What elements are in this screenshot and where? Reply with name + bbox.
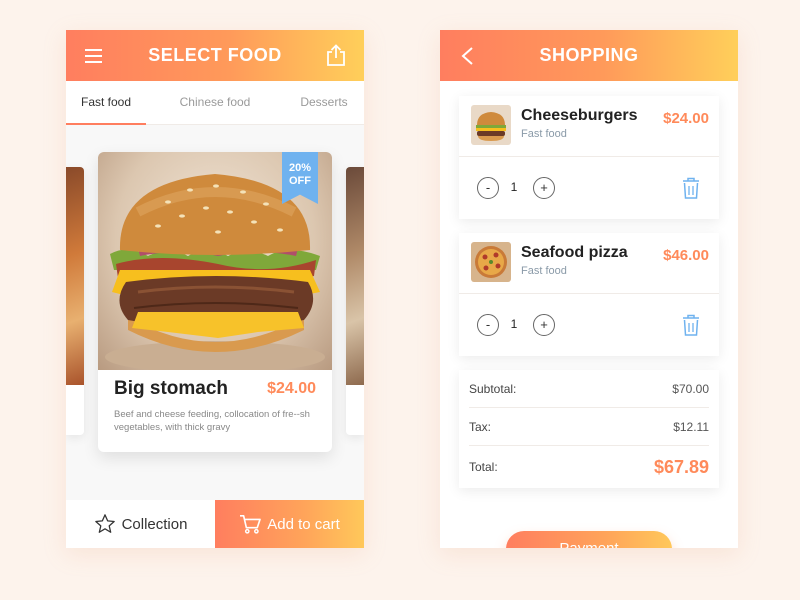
seafood-pizza-thumbnail <box>471 242 511 282</box>
tab-fast-food[interactable]: Fast food <box>66 81 146 125</box>
next-food-card[interactable] <box>346 167 364 435</box>
increase-quantity-button[interactable]: + <box>533 177 555 199</box>
shopping-header: SHOPPING <box>440 30 738 81</box>
food-name: Big stomach <box>114 378 229 399</box>
food-carousel[interactable]: 20% OFF Big stomach $24.00 Beef and chee… <box>66 125 364 512</box>
back-chevron-icon[interactable] <box>458 46 478 66</box>
total-row: Total: $67.89 <box>469 446 709 488</box>
discount-off: OFF <box>289 175 311 187</box>
subtotal-row: Subtotal: $70.00 <box>469 370 709 408</box>
collection-label: Collection <box>121 515 188 533</box>
cart-item-price: $46.00 <box>663 247 709 264</box>
subtotal-label: Subtotal: <box>469 381 517 396</box>
food-image: 20% OFF <box>98 152 332 370</box>
add-to-cart-button[interactable]: Add to cart <box>215 500 364 548</box>
next-food-image <box>346 167 364 385</box>
bottom-action-bar: Collection Add to cart <box>66 500 364 548</box>
tax-value: $12.11 <box>673 419 709 434</box>
subtotal-value: $70.00 <box>672 381 709 396</box>
decrease-quantity-button[interactable]: - <box>477 177 499 199</box>
order-summary: Subtotal: $70.00 Tax: $12.11 Total: $67.… <box>459 370 719 488</box>
collection-button[interactable]: Collection <box>66 500 215 548</box>
total-value: $67.89 <box>653 456 709 477</box>
food-price: $24.00 <box>267 380 316 397</box>
share-icon[interactable] <box>326 44 346 66</box>
cart-item: Seafood pizza Fast food $46.00 - 1 + <box>459 233 719 356</box>
page-title: SHOPPING <box>539 45 639 65</box>
shopping-cart-icon <box>240 515 262 534</box>
discount-percent: 20% <box>288 162 312 174</box>
cart-item-name: Seafood pizza <box>521 244 628 261</box>
shopping-screen: SHOPPING Cheeseburgers Fast food $24.00 … <box>440 30 738 548</box>
trash-icon[interactable] <box>681 313 701 337</box>
star-outline-icon <box>94 514 115 533</box>
cart-body: Cheeseburgers Fast food $24.00 - 1 + Sea… <box>440 81 738 548</box>
payment-button[interactable]: Payment <box>506 531 672 548</box>
decrease-quantity-button[interactable]: - <box>477 314 499 336</box>
hamburger-menu-icon[interactable] <box>84 46 104 66</box>
cart-item-category: Fast food <box>521 128 567 140</box>
previous-food-card[interactable] <box>66 167 84 435</box>
select-food-header: SELECT FOOD <box>66 30 364 81</box>
cart-item-category: Fast food <box>521 265 567 277</box>
food-description: Beef and cheese feeding, collocation of … <box>114 409 310 433</box>
quantity-value: 1 <box>510 317 518 331</box>
page-title: SELECT FOOD <box>148 45 282 65</box>
tax-row: Tax: $12.11 <box>469 408 709 446</box>
cart-item-price: $24.00 <box>663 110 709 127</box>
tax-label: Tax: <box>469 419 492 434</box>
increase-quantity-button[interactable]: + <box>533 314 555 336</box>
quantity-value: 1 <box>510 180 518 194</box>
select-food-screen: SELECT FOOD Fast food Chinese food Desse… <box>66 30 364 548</box>
tab-desserts[interactable]: Desserts <box>284 81 364 124</box>
food-info: Big stomach $24.00 Beef and cheese feedi… <box>98 370 332 434</box>
category-tabs: Fast food Chinese food Desserts <box>66 81 364 125</box>
tab-chinese-food[interactable]: Chinese food <box>146 81 284 124</box>
cheeseburger-thumbnail <box>471 105 511 145</box>
previous-food-image <box>66 167 84 385</box>
cart-item-name: Cheeseburgers <box>521 107 638 124</box>
total-label: Total: <box>469 460 498 474</box>
trash-icon[interactable] <box>681 176 701 200</box>
food-card[interactable]: 20% OFF Big stomach $24.00 Beef and chee… <box>98 152 332 452</box>
add-to-cart-label: Add to cart <box>267 515 340 533</box>
cart-item: Cheeseburgers Fast food $24.00 - 1 + <box>459 96 719 219</box>
